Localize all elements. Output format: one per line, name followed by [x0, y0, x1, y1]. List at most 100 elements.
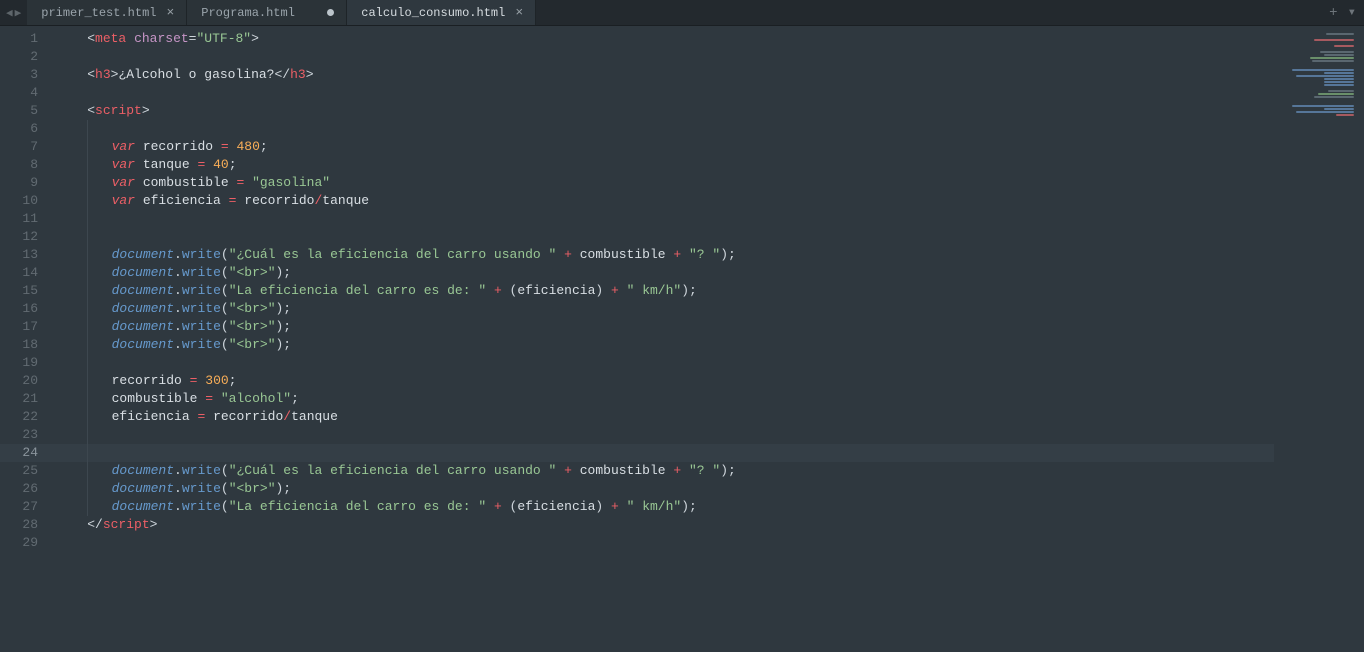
token: ); [681, 283, 697, 298]
line-number[interactable]: 22 [0, 408, 52, 426]
tab-programa-html[interactable]: Programa.html [187, 0, 347, 25]
line-number[interactable]: 18 [0, 336, 52, 354]
line-number[interactable]: 26 [0, 480, 52, 498]
line-number[interactable]: 11 [0, 210, 52, 228]
line-number[interactable]: 8 [0, 156, 52, 174]
line-number[interactable]: 27 [0, 498, 52, 516]
line-number[interactable]: 9 [0, 174, 52, 192]
code-line[interactable]: document.write("<br>"); [52, 336, 1274, 354]
token: meta [95, 31, 126, 46]
line-number[interactable]: 10 [0, 192, 52, 210]
indent-guide [87, 426, 88, 444]
code-line[interactable]: document.write("<br>"); [52, 318, 1274, 336]
line-number[interactable]: 3 [0, 66, 52, 84]
line-number[interactable]: 2 [0, 48, 52, 66]
tab-overflow-icon[interactable]: ▾ [1348, 4, 1356, 21]
line-number[interactable]: 23 [0, 426, 52, 444]
minimap-line [1326, 33, 1354, 35]
token: combustible [580, 247, 666, 262]
code-line[interactable]: var combustible = "gasolina" [52, 174, 1274, 192]
minimap-line [1324, 78, 1354, 80]
token: </ [274, 67, 290, 82]
line-number[interactable]: 28 [0, 516, 52, 534]
token: ); [276, 337, 292, 352]
token: ¿Alcohol o gasolina? [118, 67, 274, 82]
token: var [112, 157, 135, 172]
line-number[interactable]: 7 [0, 138, 52, 156]
token: ; [229, 157, 237, 172]
nav-back-icon[interactable]: ◀ [6, 6, 13, 20]
code-line[interactable] [52, 534, 1274, 552]
code-line[interactable]: var recorrido = 480; [52, 138, 1274, 156]
token: combustible [135, 175, 236, 190]
line-number[interactable]: 14 [0, 264, 52, 282]
token: tanque [322, 193, 369, 208]
code-line[interactable] [52, 354, 1274, 372]
tab-calculo_consumo-html[interactable]: calculo_consumo.html× [347, 0, 536, 25]
line-number[interactable]: 5 [0, 102, 52, 120]
code-line[interactable] [52, 84, 1274, 102]
code-line[interactable] [52, 120, 1274, 138]
editor[interactable]: 1234567891011121314151617181920212223242… [0, 26, 1364, 652]
close-tab-icon[interactable]: × [515, 5, 523, 20]
close-tab-icon[interactable]: × [166, 5, 174, 20]
token [244, 175, 252, 190]
indent-guide [87, 264, 88, 282]
line-number[interactable]: 6 [0, 120, 52, 138]
code-line[interactable]: combustible = "alcohol"; [52, 390, 1274, 408]
code-line[interactable] [52, 426, 1274, 444]
code-area[interactable]: <meta charset="UTF-8"> <h3>¿Alcohol o ga… [52, 26, 1274, 652]
code-line[interactable]: document.write("<br>"); [52, 264, 1274, 282]
code-line[interactable] [52, 48, 1274, 66]
code-line[interactable]: document.write("<br>"); [52, 300, 1274, 318]
code-line[interactable]: document.write("¿Cuál es la eficiencia d… [52, 462, 1274, 480]
line-number[interactable]: 4 [0, 84, 52, 102]
gutter: 1234567891011121314151617181920212223242… [0, 26, 52, 652]
code-line[interactable]: document.write("¿Cuál es la eficiencia d… [52, 246, 1274, 264]
minimap-line [1314, 96, 1354, 98]
tab-primer_test-html[interactable]: primer_test.html× [27, 0, 187, 25]
line-number[interactable]: 29 [0, 534, 52, 552]
token: . [174, 499, 182, 514]
token: = [221, 139, 229, 154]
code-line[interactable]: document.write("<br>"); [52, 480, 1274, 498]
line-number[interactable]: 1 [0, 30, 52, 48]
code-line[interactable]: <h3>¿Alcohol o gasolina?</h3> [52, 66, 1274, 84]
indent-guide [87, 372, 88, 390]
nav-forward-icon[interactable]: ▶ [15, 6, 22, 20]
token: recorrido [135, 139, 221, 154]
code-line[interactable]: document.write("La eficiencia del carro … [52, 498, 1274, 516]
token: document [112, 463, 174, 478]
line-number[interactable]: 21 [0, 390, 52, 408]
code-line[interactable]: recorrido = 300; [52, 372, 1274, 390]
minimap-line [1296, 75, 1354, 77]
minimap-line [1292, 69, 1354, 71]
line-number[interactable]: 17 [0, 318, 52, 336]
code-line[interactable] [52, 444, 1274, 462]
code-line[interactable] [52, 210, 1274, 228]
line-number[interactable]: 20 [0, 372, 52, 390]
minimap-line [1310, 57, 1354, 59]
code-line[interactable] [52, 228, 1274, 246]
token: ); [720, 463, 736, 478]
code-line[interactable]: var tanque = 40; [52, 156, 1274, 174]
line-number[interactable]: 16 [0, 300, 52, 318]
token: eficiencia [135, 193, 229, 208]
new-tab-icon[interactable]: + [1329, 5, 1337, 21]
line-number[interactable]: 12 [0, 228, 52, 246]
line-number[interactable]: 24 [0, 444, 52, 462]
token: combustible [112, 391, 206, 406]
code-line[interactable]: </script> [52, 516, 1274, 534]
minimap[interactable] [1274, 26, 1364, 652]
token: < [87, 67, 95, 82]
code-line[interactable]: eficiencia = recorrido/tanque [52, 408, 1274, 426]
code-line[interactable]: document.write("La eficiencia del carro … [52, 282, 1274, 300]
line-number[interactable]: 25 [0, 462, 52, 480]
code-line[interactable]: <meta charset="UTF-8"> [52, 30, 1274, 48]
line-number[interactable]: 15 [0, 282, 52, 300]
token: eficiencia [517, 499, 595, 514]
code-line[interactable]: var eficiencia = recorrido/tanque [52, 192, 1274, 210]
line-number[interactable]: 13 [0, 246, 52, 264]
code-line[interactable]: <script> [52, 102, 1274, 120]
line-number[interactable]: 19 [0, 354, 52, 372]
